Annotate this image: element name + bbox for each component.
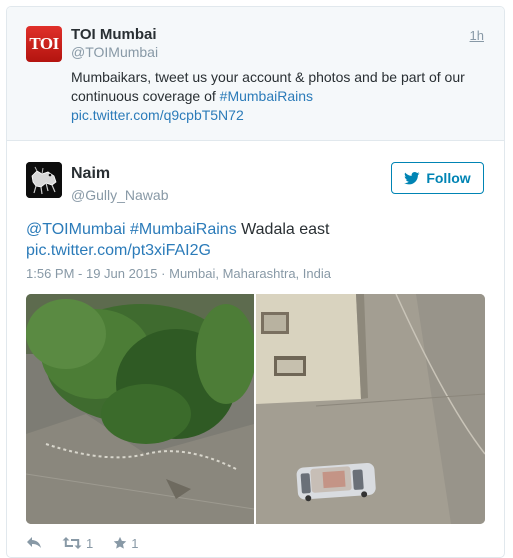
retweet-icon [62, 537, 82, 549]
parent-pic-link[interactable]: pic.twitter.com/q9cpbT5N72 [71, 106, 481, 125]
meta-separator: · [161, 266, 170, 281]
flooded-tree-photo [26, 294, 254, 524]
author-avatar[interactable] [26, 162, 62, 198]
author-name[interactable]: Naim [71, 165, 110, 183]
parent-author-handle[interactable]: @TOIMumbai [71, 44, 158, 60]
parent-text-line: continuous coverage of #MumbaiRains [71, 87, 481, 106]
parent-text-line: Mumbaikars, tweet us your account & phot… [71, 69, 465, 85]
tweet-text-suffix: Wadala east [236, 221, 330, 238]
hashtag-link[interactable]: #MumbaiRains [130, 221, 237, 238]
reply-action[interactable] [26, 536, 42, 550]
favorite-count: 1 [131, 535, 139, 551]
photo-left[interactable] [26, 294, 254, 524]
follow-button[interactable]: Follow [391, 162, 484, 194]
tweet-pic-link[interactable]: pic.twitter.com/pt3xiFAI2G [26, 240, 496, 261]
retweet-count: 1 [86, 535, 94, 551]
bird-icon [404, 171, 420, 184]
retweet-action[interactable]: 1 [62, 536, 93, 551]
tweet-meta: 1:56 PM - 19 Jun 2015 · Mumbai, Maharash… [26, 266, 331, 281]
tweet-timestamp[interactable]: 1:56 PM - 19 Jun 2015 [26, 266, 158, 281]
tweet-media[interactable] [26, 294, 485, 524]
follow-label: Follow [426, 170, 471, 186]
mention-link[interactable]: @TOIMumbai [26, 221, 126, 238]
reply-icon [27, 537, 41, 548]
tweet-actions: 1 1 [26, 533, 158, 553]
tweet-text: @TOIMumbai #MumbaiRains Wadala east pic.… [26, 219, 496, 261]
author-handle[interactable]: @Gully_Nawab [71, 187, 168, 203]
flooded-street-car-photo [256, 294, 485, 524]
parent-tweet-text: Mumbaikars, tweet us your account & phot… [71, 68, 481, 125]
parent-text-prefix: continuous coverage of [71, 88, 220, 104]
avatar-image [26, 162, 62, 198]
parent-timestamp[interactable]: 1h [470, 28, 484, 43]
parent-author-name[interactable]: TOI Mumbai [71, 26, 157, 43]
parent-tweet[interactable]: TOI TOI Mumbai @TOIMumbai 1h Mumbaikars,… [7, 7, 504, 141]
star-icon [113, 536, 127, 549]
tweet-location[interactable]: Mumbai, Maharashtra, India [169, 266, 331, 281]
photo-right[interactable] [256, 294, 485, 524]
toi-avatar[interactable]: TOI [26, 26, 62, 62]
tweet-text-line: @TOIMumbai #MumbaiRains Wadala east [26, 219, 496, 240]
favorite-action[interactable]: 1 [113, 536, 138, 551]
hashtag-link[interactable]: #MumbaiRains [220, 88, 313, 104]
embedded-tweet-card: TOI TOI Mumbai @TOIMumbai 1h Mumbaikars,… [6, 6, 505, 558]
